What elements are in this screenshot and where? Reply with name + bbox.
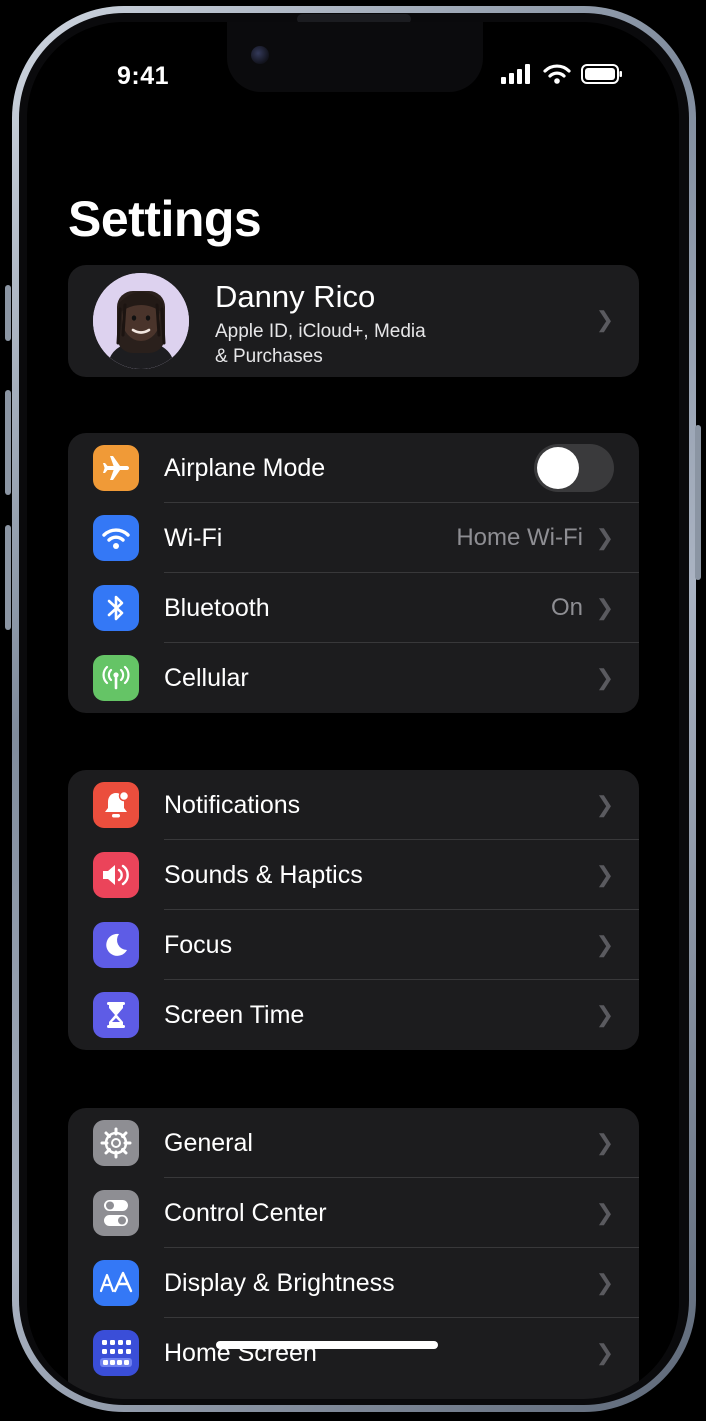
avatar — [93, 273, 189, 369]
chevron-right-icon: ❯ — [595, 307, 614, 332]
volume-down-button — [5, 525, 11, 630]
connectivity-group: Airplane Mode Wi-Fi Home Wi-Fi ❯ Bluetoo… — [68, 433, 639, 713]
row-bluetooth[interactable]: Bluetooth On ❯ — [68, 573, 639, 643]
general-group: General ❯ Control Center ❯ Display & Bri… — [68, 1108, 639, 1399]
row-general[interactable]: General ❯ — [68, 1108, 639, 1178]
profile-subtitle-line1: Apple ID, iCloud+, Media — [215, 321, 426, 342]
speaker-icon — [93, 852, 139, 898]
row-wifi[interactable]: Wi-Fi Home Wi-Fi ❯ — [68, 503, 639, 573]
moon-icon — [93, 922, 139, 968]
chevron-right-icon: ❯ — [595, 792, 614, 817]
switches-icon — [93, 1190, 139, 1236]
chevron-right-icon: ❯ — [595, 525, 614, 550]
chevron-right-icon: ❯ — [595, 932, 614, 957]
profile-name: Danny Rico — [215, 279, 376, 314]
wifi-icon — [93, 515, 139, 561]
row-screen-time[interactable]: Screen Time ❯ — [68, 980, 639, 1050]
page-title: Settings — [68, 191, 262, 247]
status-time: 9:41 — [117, 62, 170, 90]
profile-subtitle-line2: & Purchases — [215, 346, 323, 367]
cellular-signal-icon — [501, 64, 530, 84]
home-indicator[interactable] — [216, 1341, 438, 1349]
cellular-label: Cellular — [164, 663, 249, 692]
chevron-right-icon: ❯ — [595, 1130, 614, 1155]
chevron-right-icon: ❯ — [595, 595, 614, 620]
profile-subtitle: Apple ID, iCloud+, Media & Purchases — [215, 319, 495, 369]
notifications-group: Notifications ❯ Sounds & Haptics ❯ Focus… — [68, 770, 639, 1050]
status-icons — [501, 64, 623, 84]
row-home-screen[interactable]: Home Screen ❯ — [68, 1318, 639, 1388]
gear-icon — [93, 1120, 139, 1166]
chevron-right-icon: ❯ — [595, 862, 614, 887]
row-notifications[interactable]: Notifications ❯ — [68, 770, 639, 840]
screen: 9:41 Settings Danny Rico Apple ID, iClou… — [27, 22, 679, 1399]
airplane-mode-toggle[interactable] — [534, 444, 614, 492]
bluetooth-label: Bluetooth — [164, 593, 270, 622]
toggle-knob — [537, 447, 579, 489]
airplane-icon — [93, 445, 139, 491]
wifi-value: Home Wi-Fi — [456, 524, 583, 551]
screen-time-label: Screen Time — [164, 1000, 305, 1029]
notifications-label: Notifications — [164, 790, 301, 819]
chevron-right-icon: ❯ — [595, 1270, 614, 1295]
text-size-icon — [93, 1260, 139, 1306]
focus-label: Focus — [164, 930, 233, 959]
action-button — [5, 285, 11, 341]
chevron-right-icon: ❯ — [595, 1002, 614, 1027]
row-sounds-haptics[interactable]: Sounds & Haptics ❯ — [68, 840, 639, 910]
volume-up-button — [5, 390, 11, 495]
wifi-label: Wi-Fi — [164, 523, 223, 552]
row-control-center[interactable]: Control Center ❯ — [68, 1178, 639, 1248]
battery-icon — [581, 64, 622, 84]
row-display-brightness[interactable]: Display & Brightness ❯ — [68, 1248, 639, 1318]
general-label: General — [164, 1128, 253, 1157]
row-focus[interactable]: Focus ❯ — [68, 910, 639, 980]
sounds-haptics-label: Sounds & Haptics — [164, 860, 363, 889]
row-airplane-mode: Airplane Mode — [68, 433, 639, 503]
airplane-mode-label: Airplane Mode — [164, 453, 326, 482]
chevron-right-icon: ❯ — [595, 665, 614, 690]
control-center-label: Control Center — [164, 1198, 327, 1227]
profile-card[interactable]: Danny Rico Apple ID, iCloud+, Media & Pu… — [68, 265, 639, 377]
display-brightness-label: Display & Brightness — [164, 1268, 395, 1297]
chevron-right-icon: ❯ — [595, 1340, 614, 1365]
cellular-icon — [93, 655, 139, 701]
side-button — [695, 425, 701, 580]
bell-icon — [93, 782, 139, 828]
chevron-right-icon: ❯ — [595, 1200, 614, 1225]
memoji-avatar-icon — [93, 273, 189, 369]
front-camera — [251, 46, 269, 64]
bluetooth-icon — [93, 585, 139, 631]
bluetooth-value: On — [550, 594, 583, 621]
wifi-signal-icon — [543, 64, 571, 84]
hourglass-icon — [93, 992, 139, 1038]
home-grid-icon — [93, 1330, 139, 1376]
row-cellular[interactable]: Cellular ❯ — [68, 643, 639, 713]
